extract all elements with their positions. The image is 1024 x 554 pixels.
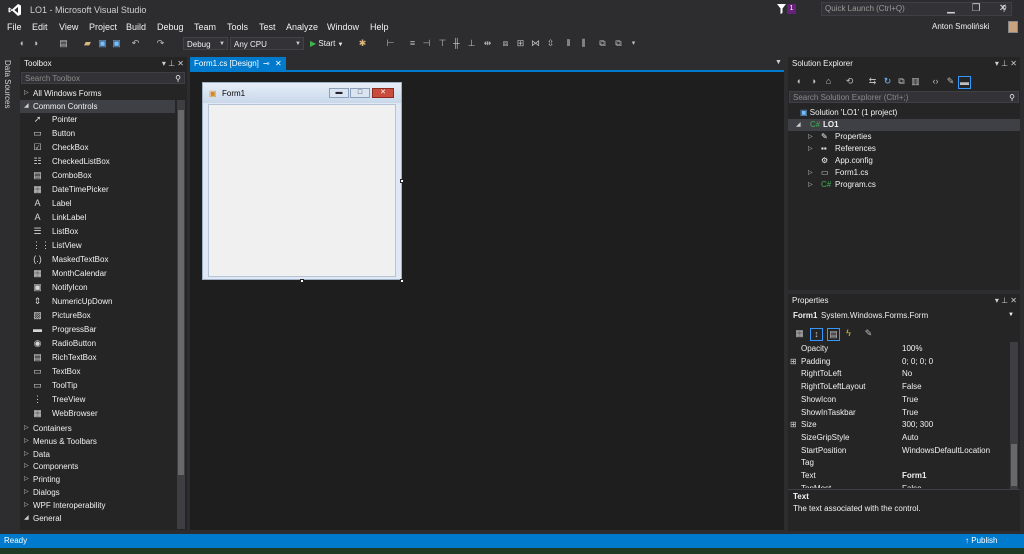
property-value[interactable]: No: [902, 367, 912, 380]
property-row-size[interactable]: ⊞ Size 300; 300: [788, 418, 1008, 431]
property-value[interactable]: 0; 0; 0; 0: [902, 355, 933, 368]
expand-icon: ▷: [24, 501, 29, 508]
property-name: ShowIcon: [801, 394, 837, 404]
property-row-opacity[interactable]: Opacity 100%: [788, 342, 1008, 355]
property-name: RightToLeftLayout: [801, 382, 866, 392]
property-name: Padding: [801, 356, 831, 366]
taskbar-strip: [0, 548, 1024, 554]
property-name: SizeGripStyle: [801, 432, 850, 442]
property-row-startposition[interactable]: StartPosition WindowsDefaultLocation: [788, 444, 1008, 457]
property-name: Opacity: [801, 344, 829, 353]
property-value[interactable]: Form1: [902, 469, 926, 482]
property-value[interactable]: False: [902, 482, 922, 488]
description-title: Text: [793, 492, 809, 501]
description-text: The text associated with the control.: [793, 504, 921, 513]
status-bar: Ready ↑ Publish: [0, 534, 1024, 548]
property-value[interactable]: True: [902, 406, 918, 419]
property-name: RightToLeft: [801, 369, 842, 379]
publish-button[interactable]: ↑ Publish: [965, 534, 997, 548]
property-row-righttoleftlayout[interactable]: RightToLeftLayout False: [788, 380, 1008, 393]
property-grid: Opacity 100% ⊞ Padding 0; 0; 0; 0 RightToLeft…: [0, 0, 1024, 488]
property-value[interactable]: Auto: [902, 431, 918, 444]
property-row-topmost[interactable]: TopMost False: [788, 482, 1008, 488]
property-name: Text: [801, 471, 816, 480]
expand-icon[interactable]: ⊞: [790, 355, 797, 368]
toolbox-group-wpf-interoperability[interactable]: ▷ WPF Interoperability: [20, 499, 175, 512]
property-name: Size: [801, 420, 817, 430]
property-description: Text The text associated with the contro…: [788, 489, 1020, 531]
property-value[interactable]: 300; 300: [902, 418, 933, 431]
property-row-text[interactable]: Text Form1: [788, 469, 1008, 482]
property-row-tag[interactable]: Tag: [788, 456, 1008, 469]
property-value[interactable]: True: [902, 393, 918, 406]
status-text: Ready: [4, 536, 28, 545]
expand-icon[interactable]: ⊞: [790, 418, 797, 431]
property-name: TopMost: [801, 482, 831, 488]
property-name: Tag: [801, 458, 814, 468]
collapse-icon: ◢: [24, 514, 29, 521]
property-value[interactable]: False: [902, 380, 922, 393]
property-row-righttoleft[interactable]: RightToLeft No: [788, 367, 1008, 380]
property-name: ShowInTaskbar: [801, 407, 856, 417]
property-row-padding[interactable]: ⊞ Padding 0; 0; 0; 0: [788, 355, 1008, 368]
property-row-showicon[interactable]: ShowIcon True: [788, 393, 1008, 406]
property-row-sizegripstyle[interactable]: SizeGripStyle Auto: [788, 431, 1008, 444]
property-row-showintaskbar[interactable]: ShowInTaskbar True: [788, 406, 1008, 419]
property-name: StartPosition: [801, 445, 847, 455]
property-value[interactable]: 100%: [902, 342, 922, 355]
property-value[interactable]: WindowsDefaultLocation: [902, 444, 990, 457]
upload-icon: ↑: [965, 536, 969, 545]
toolbox-group-general[interactable]: ◢ General: [20, 512, 175, 525]
